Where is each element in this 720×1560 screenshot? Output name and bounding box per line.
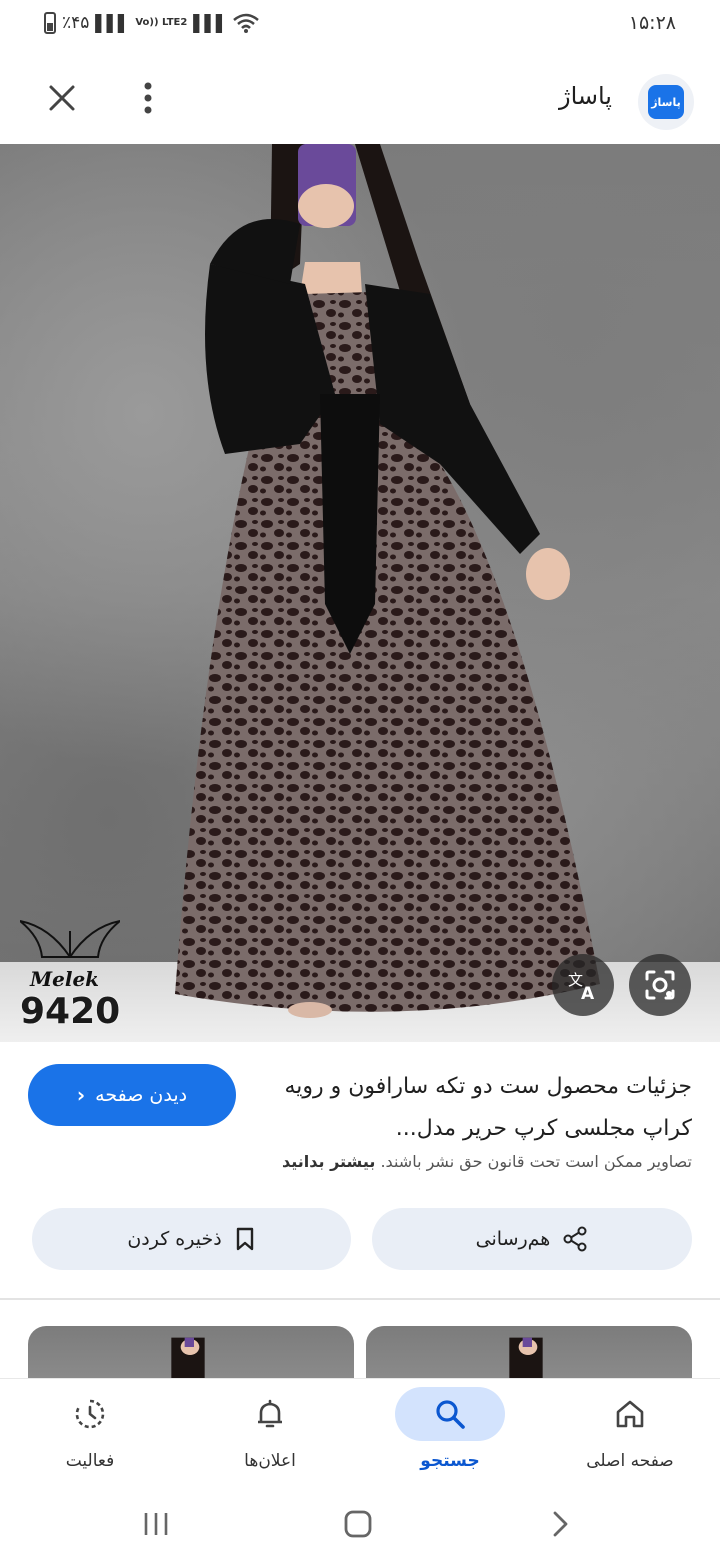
visit-label: دیدن صفحه — [95, 1084, 188, 1106]
product-image[interactable]: Melek 9420 文 A — [0, 144, 720, 1042]
close-button[interactable] — [44, 80, 80, 116]
battery-level: ٪۴۵ — [62, 13, 90, 33]
nav-pill — [575, 1387, 685, 1441]
system-navigation — [0, 1488, 720, 1560]
related-image-thumbnail[interactable] — [366, 1326, 692, 1378]
details-panel: جزئیات محصول ست دو تکه سارافون و رویه کر… — [0, 1042, 720, 1298]
home-icon — [616, 1400, 644, 1428]
network-type: Vo)) LTE2 — [135, 17, 188, 28]
share-label: هم‌رسانی — [475, 1228, 551, 1250]
site-logo-badge: پاساژ — [648, 85, 684, 119]
save-button[interactable]: ذخیره کردن — [32, 1208, 351, 1270]
bottom-navigation: صفحه اصلی جستجو اعلان‌ها فعالیت — [0, 1378, 720, 1488]
status-time: ۱۵:۲۸ — [628, 12, 676, 34]
home-system-button[interactable] — [336, 1502, 380, 1546]
learn-more-link[interactable]: بیشتر بدانید — [282, 1152, 375, 1171]
watermark-name: Melek — [30, 967, 100, 991]
copyright-text: تصاویر ممکن است تحت قانون حق نشر باشند. — [380, 1152, 692, 1171]
nav-label-notifications: اعلان‌ها — [244, 1451, 296, 1471]
nav-pill — [215, 1387, 325, 1441]
nav-label-search: جستجو — [420, 1451, 480, 1471]
dress-illustration — [175, 144, 600, 1018]
nav-label-activity: فعالیت — [65, 1451, 115, 1471]
bell-icon — [258, 1399, 282, 1428]
visit-button[interactable]: دیدن صفحه ‹ — [28, 1064, 236, 1126]
lens-icon — [645, 970, 675, 1000]
search-icon — [436, 1400, 465, 1429]
chevron-right-icon — [553, 1511, 568, 1537]
activity-icon — [75, 1399, 105, 1429]
nav-pill — [395, 1387, 505, 1441]
site-logo[interactable]: پاساژ — [638, 74, 694, 130]
watermark: Melek 9420 — [19, 917, 121, 1032]
close-icon — [49, 85, 75, 111]
watermark-code: 9420 — [20, 991, 121, 1032]
status-icons: ٪۴۵ ▌▌▌ Vo)) LTE2 ▌▌▌ — [44, 12, 260, 34]
svg-text:A: A — [581, 984, 595, 1002]
header: پاساژ پاساژ — [0, 52, 720, 144]
share-icon — [563, 1226, 587, 1252]
recent-apps-icon — [144, 1513, 168, 1535]
related-images — [0, 1300, 720, 1378]
site-name[interactable]: پاساژ — [559, 82, 612, 110]
product-title[interactable]: جزئیات محصول ست دو تکه سارافون و رویه کر… — [272, 1066, 692, 1150]
more-options-button[interactable] — [136, 80, 160, 116]
save-label: ذخیره کردن — [127, 1228, 222, 1250]
share-button[interactable]: هم‌رسانی — [372, 1208, 692, 1270]
signal-icon: ▌▌▌ — [95, 13, 130, 33]
lens-button[interactable] — [629, 954, 691, 1016]
nav-item-home[interactable]: صفحه اصلی — [540, 1379, 720, 1489]
translate-icon: 文 A — [568, 971, 595, 1002]
battery-icon — [44, 12, 56, 34]
copyright-notice: تصاویر ممکن است تحت قانون حق نشر باشند. … — [282, 1152, 692, 1171]
thumbnail-figure — [171, 1337, 205, 1378]
more-vert-icon — [144, 82, 152, 114]
bookmark-icon — [236, 1227, 253, 1251]
nav-item-search[interactable]: جستجو — [360, 1379, 540, 1489]
wings-logo-icon — [19, 920, 121, 958]
back-button[interactable] — [538, 1502, 582, 1546]
status-bar: ٪۴۵ ▌▌▌ Vo)) LTE2 ▌▌▌ ۱۵:۲۸ — [0, 0, 720, 52]
nav-item-notifications[interactable]: اعلان‌ها — [180, 1379, 360, 1489]
thumbnail-figure — [509, 1337, 543, 1378]
nav-label-home: صفحه اصلی — [586, 1451, 674, 1471]
nav-item-activity[interactable]: فعالیت — [0, 1379, 180, 1489]
home-square-icon — [344, 1510, 372, 1538]
chevron-left-icon: ‹ — [76, 1083, 86, 1107]
nav-pill — [35, 1387, 145, 1441]
related-image-thumbnail[interactable] — [28, 1326, 354, 1378]
signal-icon-2: ▌▌▌ — [193, 13, 228, 33]
wifi-icon — [233, 13, 260, 33]
recent-apps-button[interactable] — [134, 1502, 178, 1546]
translate-button[interactable]: 文 A — [552, 954, 614, 1016]
